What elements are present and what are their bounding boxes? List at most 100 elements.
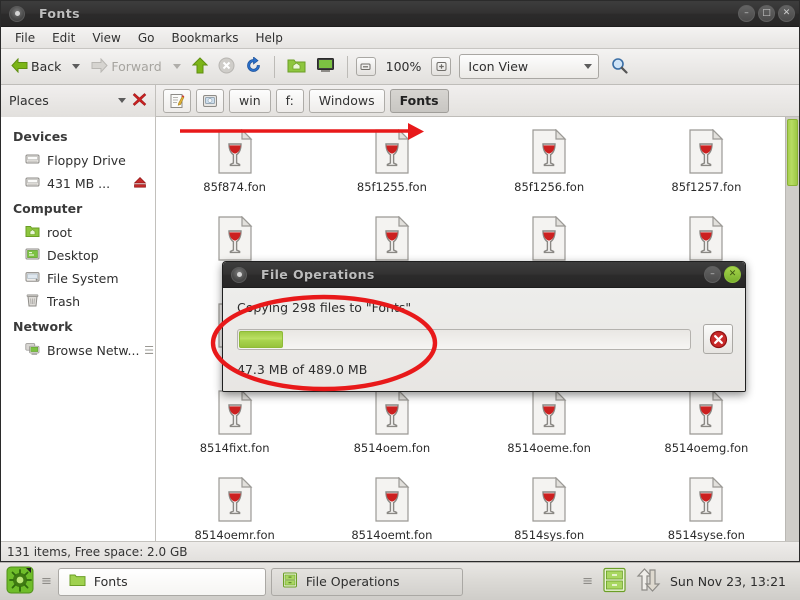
file-label: 8514oemt.fon: [351, 528, 433, 541]
file-label: 8514oemg.fon: [664, 441, 749, 455]
sidebar-item-431mb[interactable]: 431 MB ...: [1, 172, 155, 195]
wine-font-file-icon: [374, 215, 410, 264]
forward-button[interactable]: Forward: [87, 53, 165, 81]
file-label: 8514sys.fon: [514, 528, 585, 541]
sidebar-label-floppy-drive: Floppy Drive: [47, 153, 126, 168]
file-item[interactable]: 8514fixt.fon: [156, 389, 313, 477]
wine-font-file-icon: [531, 476, 567, 525]
scrollbar-thumb[interactable]: [787, 119, 798, 186]
minimize-button[interactable]: –: [738, 5, 755, 22]
trash-icon: [25, 293, 40, 310]
breadcrumb-media[interactable]: [196, 88, 224, 113]
file-item[interactable]: 85f1255.fon: [313, 128, 470, 216]
sidebar-label-file-system: File System: [47, 271, 119, 286]
file-item[interactable]: 85f1257.fon: [628, 128, 785, 216]
file-label: 85f1255.fon: [356, 180, 427, 194]
operation-label: Copying 298 files to "Fonts": [237, 300, 412, 315]
wine-font-file-icon: [688, 128, 724, 177]
breadcrumb-f-drive[interactable]: f:: [275, 88, 304, 113]
file-item[interactable]: 8514oem.fon: [313, 389, 470, 477]
menu-view[interactable]: View: [84, 29, 128, 47]
zoom-out-button[interactable]: [355, 57, 376, 76]
zoom-out-icon: [360, 63, 371, 70]
file-item[interactable]: 85f1256.fon: [471, 128, 628, 216]
maximize-button[interactable]: □: [758, 5, 775, 22]
zoom-in-button[interactable]: [431, 57, 452, 76]
menu-bookmarks[interactable]: Bookmarks: [163, 29, 246, 47]
sidebar-item-desktop[interactable]: Desktop: [1, 244, 155, 267]
sidebar-item-file-system[interactable]: File System: [1, 267, 155, 290]
toolbar-separator: [273, 55, 275, 78]
progress-bar: [237, 328, 691, 350]
reload-button[interactable]: [241, 53, 266, 81]
breadcrumb-edit-location[interactable]: [163, 88, 191, 113]
sidebar-item-root[interactable]: root: [1, 221, 155, 244]
places-header: Places: [1, 84, 156, 117]
sidebar-resize-handle[interactable]: ☰: [144, 345, 154, 356]
sidebar-group-computer: Computer: [13, 201, 83, 216]
menu-file[interactable]: File: [7, 29, 43, 47]
wine-font-file-icon: [217, 476, 253, 525]
sidebar-item-trash[interactable]: Trash: [1, 290, 155, 313]
taskbar-grip[interactable]: ≡: [39, 574, 53, 589]
file-item[interactable]: 85f874.fon: [156, 128, 313, 216]
folder-icon: [69, 573, 86, 590]
sidebar-label-desktop: Desktop: [47, 248, 99, 263]
taskbar-button-file-operations[interactable]: File Operations: [270, 567, 463, 596]
network-transfer-icon[interactable]: [635, 568, 662, 595]
up-button[interactable]: [188, 53, 212, 81]
file-item[interactable]: 8514oeme.fon: [471, 389, 628, 477]
close-button[interactable]: ✕: [778, 5, 795, 22]
search-button[interactable]: [607, 53, 632, 81]
sidebar-item-floppy-drive[interactable]: Floppy Drive: [1, 149, 155, 172]
taskbar-button-fonts[interactable]: Fonts: [57, 567, 266, 596]
back-button[interactable]: Back: [7, 53, 65, 81]
dialog-minimize-button[interactable]: –: [704, 266, 721, 283]
breadcrumb-windows[interactable]: Windows: [308, 88, 385, 113]
stop-button[interactable]: [214, 53, 239, 81]
eject-icon[interactable]: [133, 176, 147, 192]
window-title: Fonts: [39, 6, 80, 21]
file-cabinet-icon[interactable]: [602, 567, 627, 596]
sidebar-item-browse-network[interactable]: Browse Netw...: [1, 339, 155, 362]
menu-edit[interactable]: Edit: [44, 29, 83, 47]
cancel-operation-button[interactable]: [703, 324, 733, 354]
window-menu-icon[interactable]: [231, 266, 247, 283]
stop-icon: [218, 57, 235, 77]
places-title: Places: [9, 93, 49, 108]
places-sidebar: Devices Floppy Drive 431 MB ... Computer…: [1, 117, 156, 541]
clock: Sun Nov 23, 13:21: [670, 574, 786, 589]
close-places-icon[interactable]: [132, 92, 147, 110]
menubar: File Edit View Go Bookmarks Help: [1, 27, 799, 49]
file-item[interactable]: 8514sys.fon: [471, 476, 628, 541]
back-dropdown-caret[interactable]: [72, 64, 81, 69]
menu-help[interactable]: Help: [248, 29, 291, 47]
sidebar-label-431mb: 431 MB ...: [47, 176, 111, 191]
computer-button[interactable]: [312, 53, 339, 81]
window-menu-icon[interactable]: [9, 5, 25, 22]
home-button[interactable]: [283, 53, 310, 81]
places-dropdown-caret[interactable]: [118, 98, 126, 103]
window-buttons: – □ ✕: [738, 5, 795, 22]
file-item[interactable]: 8514oemg.fon: [628, 389, 785, 477]
view-mode-select[interactable]: Icon View: [459, 54, 600, 79]
toolbar-separator-2: [346, 55, 348, 78]
search-icon: [611, 57, 628, 77]
media-icon: [203, 94, 217, 107]
breadcrumb-win[interactable]: win: [229, 88, 271, 113]
taskbar: ≡ Fonts File Operations ≡ Sun Nov 23, 13…: [0, 562, 800, 600]
home-folder-icon: [25, 224, 40, 241]
menu-go[interactable]: Go: [130, 29, 163, 47]
forward-dropdown-caret[interactable]: [172, 64, 181, 69]
dialog-close-button[interactable]: ✕: [724, 266, 741, 283]
file-item[interactable]: 8514oemr.fon: [156, 476, 313, 541]
zoom-level: 100%: [385, 59, 422, 74]
breadcrumb-fonts[interactable]: Fonts: [389, 88, 449, 113]
view-mode-label: Icon View: [468, 59, 529, 74]
tray-grip[interactable]: ≡: [580, 574, 594, 589]
file-item[interactable]: 8514syse.fon: [628, 476, 785, 541]
file-item[interactable]: 8514oemt.fon: [313, 476, 470, 541]
applications-menu-icon[interactable]: [6, 566, 34, 597]
wine-font-file-icon: [217, 128, 253, 177]
vertical-scrollbar[interactable]: [785, 117, 799, 541]
